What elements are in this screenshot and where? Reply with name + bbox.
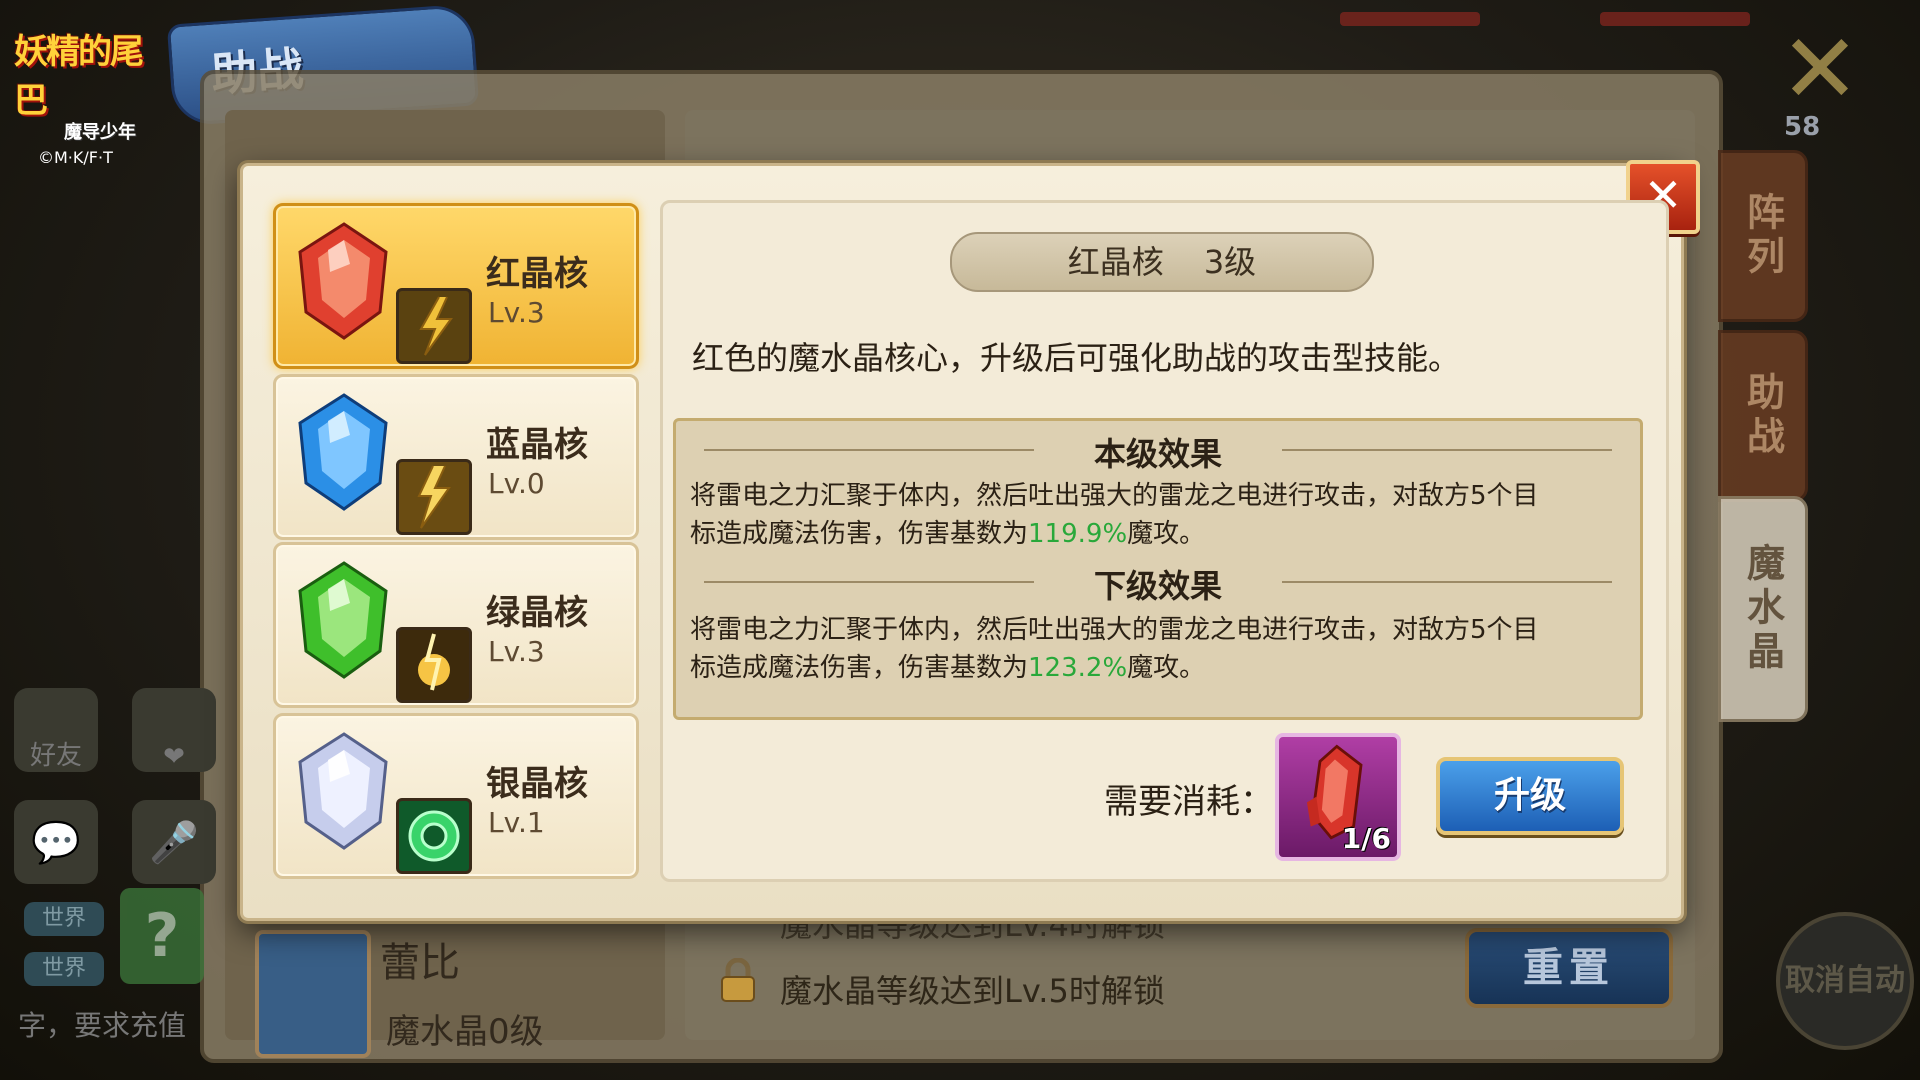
level-badge: 58 — [1784, 112, 1821, 142]
logo-copyright: ©M·K/F·T — [38, 148, 113, 167]
enemy-hp-bar — [1340, 12, 1480, 26]
world-channel-tag[interactable]: 世界 — [24, 902, 104, 936]
enemy-hp-bar — [1600, 12, 1750, 26]
crystal-name: 银晶核 — [486, 764, 588, 804]
upgrade-button[interactable]: 升级 — [1436, 757, 1624, 835]
microphone-icon[interactable]: 🎤 — [132, 800, 216, 884]
friends-label: 好友 — [29, 741, 82, 771]
tab-support[interactable]: 助战 — [1718, 330, 1808, 502]
background-close-icon[interactable]: ✕ — [1770, 14, 1870, 124]
hero-crystal-level: 魔水晶0级 — [386, 1012, 544, 1052]
cost-label: 需要消耗： — [1104, 782, 1274, 822]
crystal-level: Lv.1 — [488, 806, 545, 839]
crystal-name: 绿晶核 — [486, 593, 588, 633]
logo-title: 妖精的尾巴 — [14, 32, 144, 121]
friends-button[interactable]: 好友 — [14, 688, 98, 772]
reset-button[interactable]: 重置 — [1465, 928, 1673, 1008]
current-effect-title: 本级效果 — [1093, 435, 1222, 473]
selected-crystal-banner: 红晶核 3级 — [950, 232, 1374, 292]
next-effect-text: 将雷电之力汇聚于体内，然后吐出强大的雷龙之电进行攻击，对敌方5个目 标造成魔法伤… — [690, 611, 1630, 687]
next-effect-value: 123.2% — [1028, 653, 1128, 683]
hero-name: 蕾比 — [380, 940, 460, 986]
effect-box: 本级效果 将雷电之力汇聚于体内，然后吐出强大的雷龙之电进行攻击，对敌方5个目 标… — [673, 418, 1643, 720]
current-effect-text: 将雷电之力汇聚于体内，然后吐出强大的雷龙之电进行攻击，对敌方5个目 标造成魔法伤… — [690, 477, 1630, 553]
help-button[interactable]: ? — [120, 888, 204, 984]
crystal-level: Lv.3 — [488, 296, 545, 329]
logo-subtitle: 魔导少年 — [64, 122, 136, 143]
current-effect-line1: 将雷电之力汇聚于体内，然后吐出强大的雷龙之电进行攻击，对敌方5个目 — [690, 481, 1539, 511]
next-effect-title: 下级效果 — [1093, 567, 1222, 605]
cancel-auto-button[interactable]: 取消自动 — [1776, 912, 1914, 1050]
crystal-description: 红色的魔水晶核心，升级后可强化助战的攻击型技能。 — [692, 339, 1461, 377]
selected-crystal-name: 红晶核 — [1067, 243, 1164, 281]
next-effect-suffix: 魔攻。 — [1127, 653, 1206, 683]
crystal-card-green[interactable]: 绿晶核 Lv.3 — [273, 542, 639, 708]
next-effect-line1: 将雷电之力汇聚于体内，然后吐出强大的雷龙之电进行攻击，对敌方5个目 — [690, 615, 1539, 645]
burst-skill-icon — [396, 627, 472, 703]
crystal-name: 红晶核 — [486, 254, 588, 294]
crystal-card-red[interactable]: 红晶核 Lv.3 — [273, 203, 639, 369]
game-logo: 妖精的尾巴 魔导少年 ©M·K/F·T — [14, 24, 164, 167]
lightning-skill-icon — [396, 288, 472, 364]
cost-item-slot[interactable]: 1/6 — [1275, 733, 1401, 861]
chat-bubble-icon[interactable]: 💬 — [14, 800, 98, 884]
crystal-name: 蓝晶核 — [486, 425, 588, 465]
crystal-card-silver[interactable]: 银晶核 Lv.1 — [273, 713, 639, 879]
hero-avatar[interactable] — [255, 930, 371, 1058]
chat-area: 好友 ❤ 💬 🎤 — [14, 660, 216, 1060]
tab-formation[interactable]: 阵列 — [1718, 150, 1808, 322]
crystal-level: Lv.3 — [488, 635, 545, 668]
lock-icon — [721, 958, 755, 1002]
current-effect-value: 119.9% — [1028, 519, 1128, 549]
current-effect-suffix: 魔攻。 — [1127, 519, 1206, 549]
world-channel-tag[interactable]: 世界 — [24, 952, 104, 986]
tab-magic-crystal[interactable]: 魔水晶 — [1718, 496, 1808, 722]
next-effect-line2: 标造成魔法伤害，伤害基数为 — [690, 653, 1029, 683]
heart-icon[interactable]: ❤ — [132, 688, 216, 772]
crystal-card-blue[interactable]: 蓝晶核 Lv.0 — [273, 374, 639, 540]
cost-count: 1/6 — [1341, 822, 1391, 855]
red-crystal-icon — [298, 222, 388, 340]
green-crystal-icon — [298, 561, 388, 679]
crystal-level: Lv.0 — [488, 467, 545, 500]
chat-message: 字，要求充值 — [18, 1009, 187, 1042]
unlock-hint: 魔水晶等级达到Lv.5时解锁 — [780, 972, 1165, 1010]
thunder-skill-icon — [396, 459, 472, 535]
heal-skill-icon — [396, 798, 472, 874]
current-effect-line2: 标造成魔法伤害，伤害基数为 — [690, 519, 1029, 549]
silver-crystal-icon — [298, 732, 388, 850]
selected-crystal-rank: 3级 — [1203, 243, 1257, 281]
blue-crystal-icon — [298, 393, 388, 511]
